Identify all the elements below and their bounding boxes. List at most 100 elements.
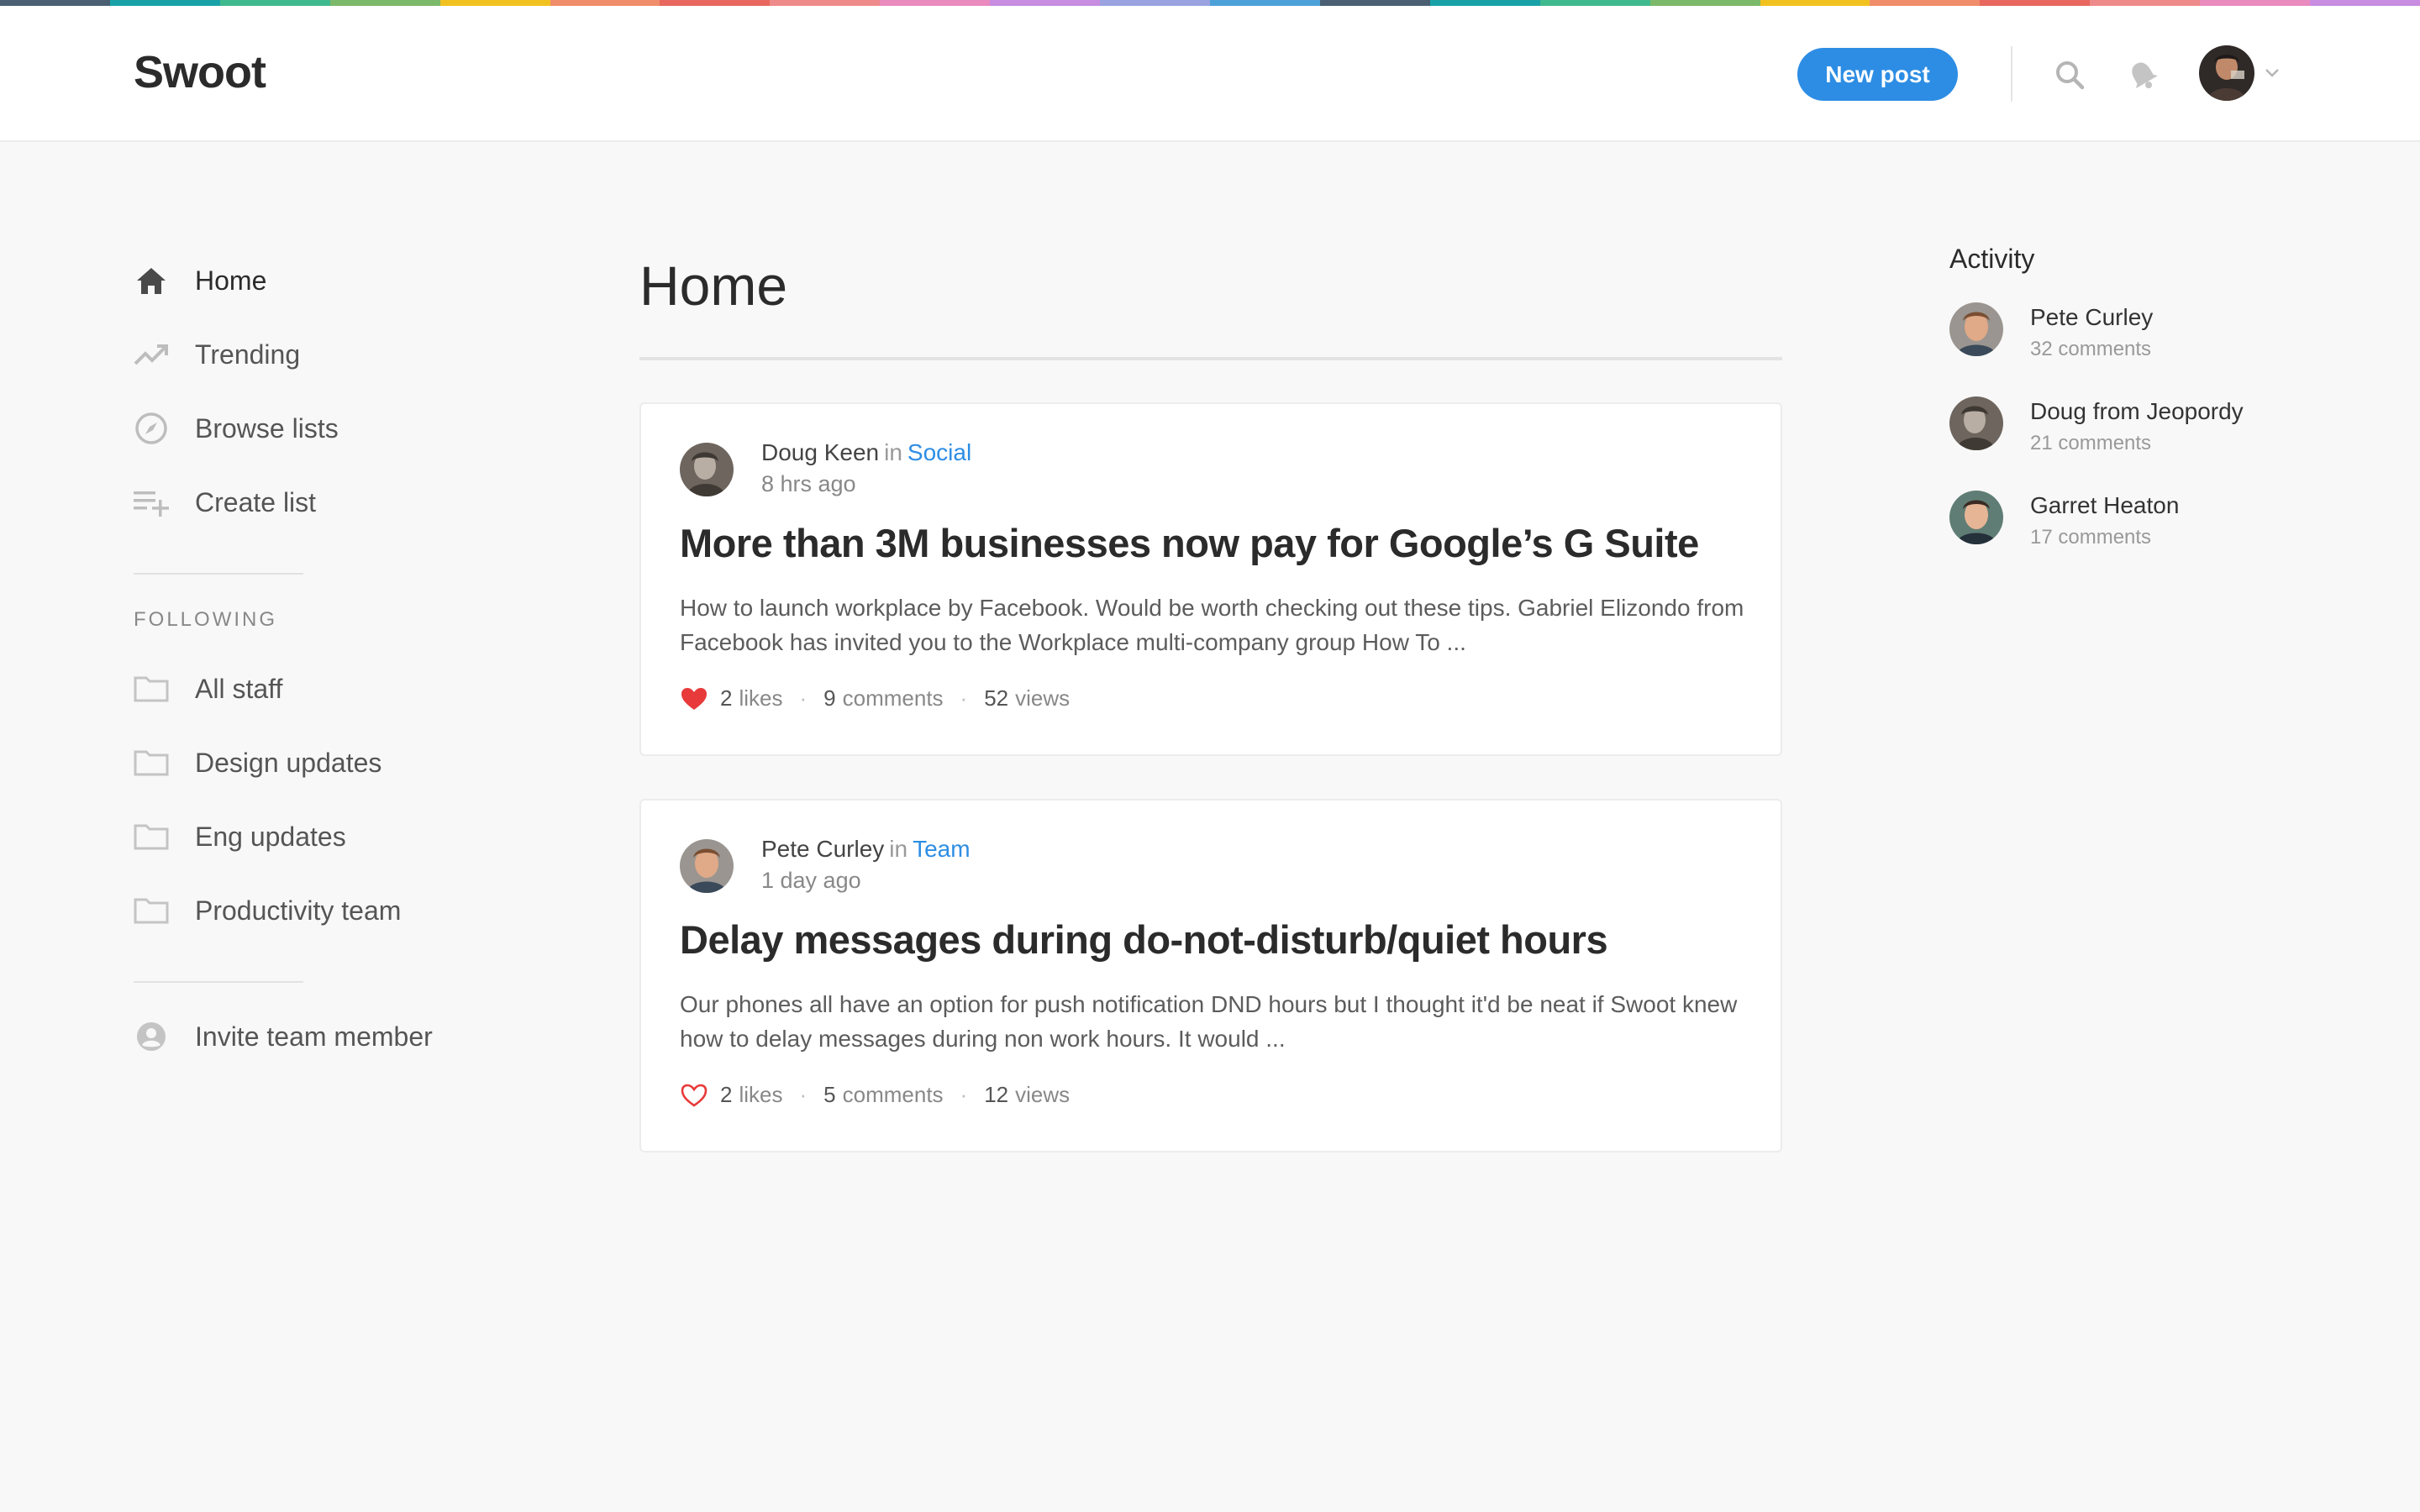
views-count: 12 — [984, 1082, 1009, 1107]
folder-icon — [134, 671, 169, 706]
comments-link[interactable]: comments — [843, 1082, 944, 1108]
stripe-segment — [1760, 0, 1870, 6]
stripe-segment — [770, 0, 881, 6]
stripe-segment — [660, 0, 771, 6]
activity-name: Pete Curley — [2030, 304, 2154, 330]
comments-count: 9 — [823, 685, 836, 711]
post-title[interactable]: Delay messages during do-not-disturb/qui… — [680, 916, 1608, 963]
post-meta: Doug Keen in Social — [761, 439, 971, 466]
stripe-segment — [1870, 0, 1981, 6]
main-feed: Home Doug Keen in Social 8 hrs ago More th… — [639, 244, 1782, 1152]
separator-dot: · — [960, 1082, 968, 1107]
activity-item[interactable]: Doug from Jeopordy 21 comments — [1949, 380, 2353, 474]
separator-dot: · — [799, 685, 808, 711]
activity-name: Garret Heaton — [2030, 492, 2180, 518]
separator-dot: · — [799, 1082, 808, 1107]
comments-link[interactable]: comments — [843, 685, 944, 711]
heart-outline-icon[interactable] — [680, 1083, 708, 1108]
post-card[interactable]: Doug Keen in Social 8 hrs ago More than 3M… — [639, 402, 1782, 756]
sidebar-item-eng-updates[interactable]: Eng updates — [134, 800, 537, 874]
stripe-segment — [329, 0, 440, 6]
sidebar-item-label: Eng updates — [195, 821, 346, 852]
new-post-button[interactable]: New post — [1797, 48, 1958, 101]
channel-link[interactable]: Social — [908, 439, 971, 465]
activity-comment-count: 21 comments — [2030, 432, 2152, 454]
compass-icon — [134, 411, 169, 446]
stripe-segment — [550, 0, 660, 6]
separator-dot: · — [960, 685, 968, 711]
header-divider — [2011, 46, 2012, 102]
activity-avatar — [1949, 396, 2003, 450]
playlist-add-icon — [134, 485, 169, 520]
views-label: views — [1015, 1082, 1071, 1107]
chevron-down-icon[interactable] — [2264, 67, 2281, 79]
sidebar-item-label: Home — [195, 265, 267, 296]
sidebar-item-create-list[interactable]: Create list — [134, 465, 537, 539]
likes-label: likes — [739, 685, 783, 711]
post-card[interactable]: Pete Curley in Team 1 day ago Delay messag… — [639, 799, 1782, 1152]
author-name[interactable]: Doug Keen — [761, 439, 879, 465]
sidebar-item-all-staff[interactable]: All staff — [134, 652, 537, 726]
activity-comment-count: 17 comments — [2030, 526, 2152, 549]
left-sidebar: Home Trending Browse lists Create list F… — [134, 244, 537, 1074]
stripe-segment — [990, 0, 1101, 6]
sidebar-item-trending[interactable]: Trending — [134, 318, 537, 391]
folder-icon — [134, 745, 169, 780]
sidebar-item-label: Productivity team — [195, 895, 402, 926]
heart-filled-icon[interactable] — [680, 686, 708, 711]
stripe-segment — [1649, 0, 1760, 6]
sidebar-item-label: All staff — [195, 673, 283, 704]
author-avatar[interactable] — [680, 839, 734, 893]
account-circle-icon — [134, 1019, 169, 1054]
post-time: 1 day ago — [761, 868, 861, 893]
post-title[interactable]: More than 3M businesses now pay for Goog… — [680, 520, 1699, 566]
stripe-segment — [1980, 0, 2091, 6]
post-excerpt: Our phones all have an option for push n… — [680, 991, 1738, 1052]
sidebar-item-browse-lists[interactable]: Browse lists — [134, 391, 537, 465]
stripe-segment — [2200, 0, 2311, 6]
sidebar-item-design-updates[interactable]: Design updates — [134, 726, 537, 800]
home-icon — [134, 263, 169, 298]
stripe-segment — [2090, 0, 2201, 6]
activity-item[interactable]: Garret Heaton 17 comments — [1949, 474, 2353, 568]
sidebar-divider — [134, 981, 303, 983]
sidebar-item-home[interactable]: Home — [134, 244, 537, 318]
color-stripe — [0, 0, 2420, 6]
activity-comment-count: 32 comments — [2030, 338, 2152, 360]
sidebar-item-productivity-team[interactable]: Productivity team — [134, 874, 537, 948]
stripe-segment — [1100, 0, 1210, 6]
bell-icon[interactable] — [2126, 58, 2160, 92]
invite-team-member-link[interactable]: Invite team member — [134, 1000, 537, 1074]
post-stats: 2 likes · 9 comments · 52 views — [680, 685, 1070, 711]
stripe-segment — [219, 0, 330, 6]
in-word: in — [884, 439, 902, 465]
author-avatar[interactable] — [680, 443, 734, 496]
page-title: Home — [639, 255, 788, 317]
stripe-segment — [1429, 0, 1540, 6]
folder-icon — [134, 819, 169, 854]
search-icon[interactable] — [2053, 58, 2086, 92]
likes-label: likes — [739, 1082, 783, 1107]
author-name[interactable]: Pete Curley — [761, 836, 884, 862]
stripe-segment — [109, 0, 220, 6]
sidebar-item-label: Browse lists — [195, 412, 339, 444]
stripe-segment — [1209, 0, 1320, 6]
stripe-segment — [439, 0, 550, 6]
channel-link[interactable]: Team — [913, 836, 970, 862]
sidebar-item-label: Design updates — [195, 747, 382, 778]
in-word: in — [889, 836, 908, 862]
sidebar-item-label: Create list — [195, 486, 317, 517]
stripe-segment — [1319, 0, 1430, 6]
post-time: 8 hrs ago — [761, 471, 856, 496]
views-count: 52 — [984, 685, 1009, 711]
app-logo[interactable]: Swoot — [134, 46, 266, 98]
sidebar-item-label: Trending — [195, 339, 301, 370]
trending-icon — [134, 337, 169, 372]
activity-item[interactable]: Pete Curley 32 comments — [1949, 286, 2353, 380]
following-heading: FOLLOWING — [134, 608, 278, 631]
comments-count: 5 — [823, 1082, 836, 1107]
title-divider — [639, 357, 1782, 360]
activity-name: Doug from Jeopordy — [2030, 398, 2244, 424]
post-stats: 2 likes · 5 comments · 12 views — [680, 1082, 1070, 1108]
user-avatar[interactable] — [2199, 45, 2254, 101]
